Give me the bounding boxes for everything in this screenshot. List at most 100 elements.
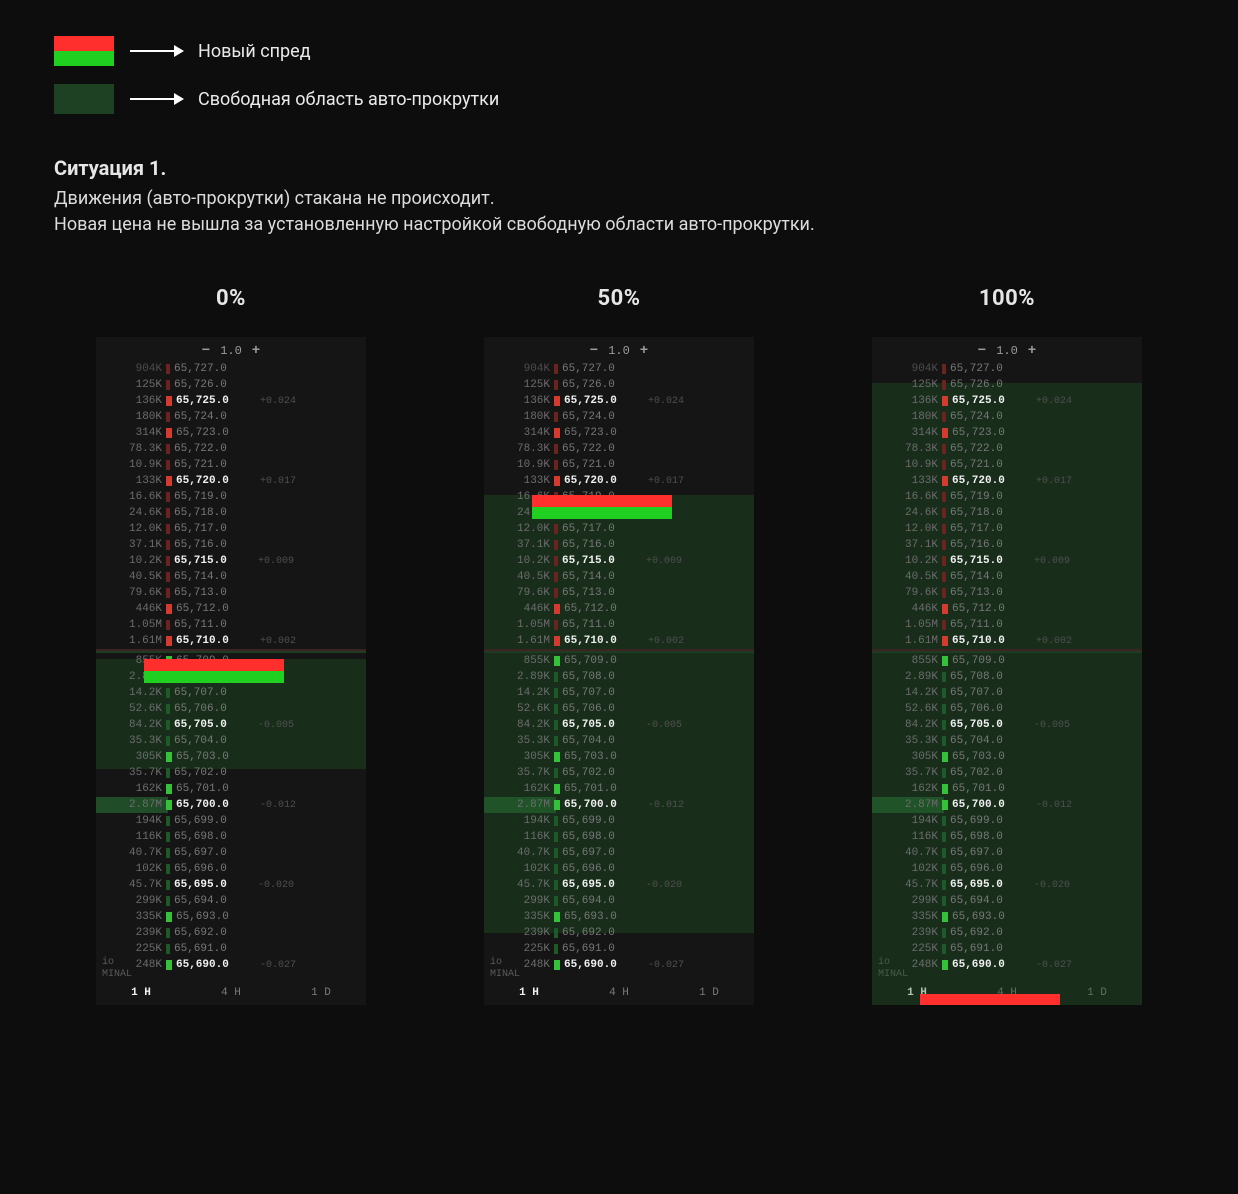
ask-row[interactable]: 1.05M65,711.0 bbox=[872, 617, 1142, 633]
ask-row[interactable]: 10.2K65,715.0+0.009 bbox=[96, 553, 366, 569]
timeframe-tab[interactable]: 4 H bbox=[609, 987, 629, 999]
timeframe-tab[interactable]: 1 H bbox=[907, 987, 927, 999]
bid-row[interactable]: 239K65,692.0 bbox=[484, 925, 754, 941]
ask-row[interactable]: 1.05M65,711.0 bbox=[484, 617, 754, 633]
ask-row[interactable]: 12.0K65,717.0 bbox=[96, 521, 366, 537]
ask-row[interactable]: 40.5K65,714.0 bbox=[96, 569, 366, 585]
ask-row[interactable]: 12.0K65,717.0 bbox=[484, 521, 754, 537]
ask-row[interactable]: 16.6K65,719.0 bbox=[484, 489, 754, 505]
bid-row[interactable]: 102K65,696.0 bbox=[872, 861, 1142, 877]
bid-row[interactable]: 52.6K65,706.0 bbox=[484, 701, 754, 717]
bid-row[interactable]: 305K65,703.0 bbox=[872, 749, 1142, 765]
tick-minus-button[interactable]: − bbox=[978, 343, 986, 359]
bid-row[interactable]: 84.2K65,705.0-0.005 bbox=[484, 717, 754, 733]
bid-row[interactable]: 84.2K65,705.0-0.005 bbox=[96, 717, 366, 733]
bid-row[interactable]: 335K65,693.0 bbox=[96, 909, 366, 925]
ask-row[interactable]: 1.61M65,710.0+0.002 bbox=[484, 633, 754, 649]
ask-row[interactable]: 314K65,723.0 bbox=[872, 425, 1142, 441]
timeframe-tab[interactable]: 4 H bbox=[221, 987, 241, 999]
bid-row[interactable]: 2.87M65,700.0-0.012 bbox=[484, 797, 754, 813]
bid-row[interactable]: 299K65,694.0 bbox=[872, 893, 1142, 909]
ask-row[interactable]: 10.2K65,715.0+0.009 bbox=[484, 553, 754, 569]
timeframe-tab[interactable]: 1 D bbox=[699, 987, 719, 999]
ask-row[interactable]: 24.6K65,718.0 bbox=[872, 505, 1142, 521]
bid-row[interactable]: 194K65,699.0 bbox=[872, 813, 1142, 829]
ask-row[interactable]: 136K65,725.0+0.024 bbox=[872, 393, 1142, 409]
bid-row[interactable]: 225K65,691.0 bbox=[96, 941, 366, 957]
tick-minus-button[interactable]: − bbox=[590, 343, 598, 359]
ask-row[interactable]: 10.9K65,721.0 bbox=[96, 457, 366, 473]
bid-row[interactable]: 162K65,701.0 bbox=[872, 781, 1142, 797]
timeframe-tab[interactable]: 1 H bbox=[131, 987, 151, 999]
bid-row[interactable]: 35.7K65,702.0 bbox=[872, 765, 1142, 781]
ask-row[interactable]: 10.2K65,715.0+0.009 bbox=[872, 553, 1142, 569]
ask-row[interactable]: 446K65,712.0 bbox=[484, 601, 754, 617]
ask-row[interactable]: 16.6K65,719.0 bbox=[872, 489, 1142, 505]
bid-row[interactable]: 40.7K65,697.0 bbox=[96, 845, 366, 861]
timeframe-tab[interactable]: 1 H bbox=[519, 987, 539, 999]
ask-row[interactable]: 79.6K65,713.0 bbox=[872, 585, 1142, 601]
bid-row[interactable]: 2.89K65,708.0 bbox=[872, 669, 1142, 685]
ask-row[interactable]: 125K65,726.0 bbox=[96, 377, 366, 393]
ask-row[interactable]: 78.3K65,722.0 bbox=[872, 441, 1142, 457]
bid-row[interactable]: 45.7K65,695.0-0.020 bbox=[872, 877, 1142, 893]
bid-row[interactable]: 299K65,694.0 bbox=[484, 893, 754, 909]
bid-row[interactable]: 14.2K65,707.0 bbox=[872, 685, 1142, 701]
tick-plus-button[interactable]: + bbox=[1028, 343, 1036, 359]
bid-row[interactable]: 162K65,701.0 bbox=[96, 781, 366, 797]
bid-row[interactable]: 194K65,699.0 bbox=[96, 813, 366, 829]
ask-row[interactable]: 314K65,723.0 bbox=[96, 425, 366, 441]
tick-plus-button[interactable]: + bbox=[640, 343, 648, 359]
ask-row[interactable]: 180K65,724.0 bbox=[484, 409, 754, 425]
ask-row[interactable]: 37.1K65,716.0 bbox=[96, 537, 366, 553]
bid-row[interactable]: 299K65,694.0 bbox=[96, 893, 366, 909]
bid-row[interactable]: 855K65,709.0 bbox=[872, 653, 1142, 669]
tick-minus-button[interactable]: − bbox=[202, 343, 210, 359]
bid-row[interactable]: 225K65,691.0 bbox=[484, 941, 754, 957]
ask-row[interactable]: 24.6K65,718.0 bbox=[484, 505, 754, 521]
ask-row[interactable]: 136K65,725.0+0.024 bbox=[96, 393, 366, 409]
ask-row[interactable]: 37.1K65,716.0 bbox=[872, 537, 1142, 553]
bid-row[interactable]: 84.2K65,705.0-0.005 bbox=[872, 717, 1142, 733]
bid-row[interactable]: 102K65,696.0 bbox=[484, 861, 754, 877]
ask-row[interactable]: 40.5K65,714.0 bbox=[484, 569, 754, 585]
bid-row[interactable]: 116K65,698.0 bbox=[872, 829, 1142, 845]
ask-row[interactable]: 79.6K65,713.0 bbox=[484, 585, 754, 601]
bid-row[interactable]: 35.3K65,704.0 bbox=[96, 733, 366, 749]
ask-row[interactable]: 314K65,723.0 bbox=[484, 425, 754, 441]
ask-row[interactable]: 16.6K65,719.0 bbox=[96, 489, 366, 505]
ask-row[interactable]: 180K65,724.0 bbox=[96, 409, 366, 425]
bid-row[interactable]: 45.7K65,695.0-0.020 bbox=[484, 877, 754, 893]
bid-row[interactable]: 35.3K65,704.0 bbox=[484, 733, 754, 749]
bid-row[interactable]: 52.6K65,706.0 bbox=[872, 701, 1142, 717]
bid-row[interactable]: 35.7K65,702.0 bbox=[484, 765, 754, 781]
ask-row[interactable]: 904K65,727.0 bbox=[484, 361, 754, 377]
bid-row[interactable]: 40.7K65,697.0 bbox=[484, 845, 754, 861]
timeframe-tab[interactable]: 1 D bbox=[311, 987, 331, 999]
ask-row[interactable]: 133K65,720.0+0.017 bbox=[96, 473, 366, 489]
ask-row[interactable]: 40.5K65,714.0 bbox=[872, 569, 1142, 585]
bid-row[interactable]: 855K65,709.0 bbox=[96, 653, 366, 669]
bid-row[interactable]: 239K65,692.0 bbox=[96, 925, 366, 941]
ask-row[interactable]: 10.9K65,721.0 bbox=[484, 457, 754, 473]
ask-row[interactable]: 24.6K65,718.0 bbox=[96, 505, 366, 521]
bid-row[interactable]: 855K65,709.0 bbox=[484, 653, 754, 669]
bid-row[interactable]: 40.7K65,697.0 bbox=[872, 845, 1142, 861]
bid-row[interactable]: 102K65,696.0 bbox=[96, 861, 366, 877]
bid-row[interactable]: 335K65,693.0 bbox=[484, 909, 754, 925]
ask-row[interactable]: 12.0K65,717.0 bbox=[872, 521, 1142, 537]
bid-row[interactable]: 335K65,693.0 bbox=[872, 909, 1142, 925]
ask-row[interactable]: 136K65,725.0+0.024 bbox=[484, 393, 754, 409]
ask-row[interactable]: 1.61M65,710.0+0.002 bbox=[96, 633, 366, 649]
ask-row[interactable]: 78.3K65,722.0 bbox=[96, 441, 366, 457]
ask-row[interactable]: 904K65,727.0 bbox=[872, 361, 1142, 377]
bid-row[interactable]: 2.89K65,708.0 bbox=[484, 669, 754, 685]
bid-row[interactable]: 2.87M65,700.0-0.012 bbox=[96, 797, 366, 813]
bid-row[interactable]: 305K65,703.0 bbox=[484, 749, 754, 765]
ask-row[interactable]: 1.61M65,710.0+0.002 bbox=[872, 633, 1142, 649]
bid-row[interactable]: 194K65,699.0 bbox=[484, 813, 754, 829]
tick-plus-button[interactable]: + bbox=[252, 343, 260, 359]
bid-row[interactable]: 248K65,690.0-0.027 bbox=[96, 957, 366, 973]
ask-row[interactable]: 133K65,720.0+0.017 bbox=[872, 473, 1142, 489]
ask-row[interactable]: 79.6K65,713.0 bbox=[96, 585, 366, 601]
